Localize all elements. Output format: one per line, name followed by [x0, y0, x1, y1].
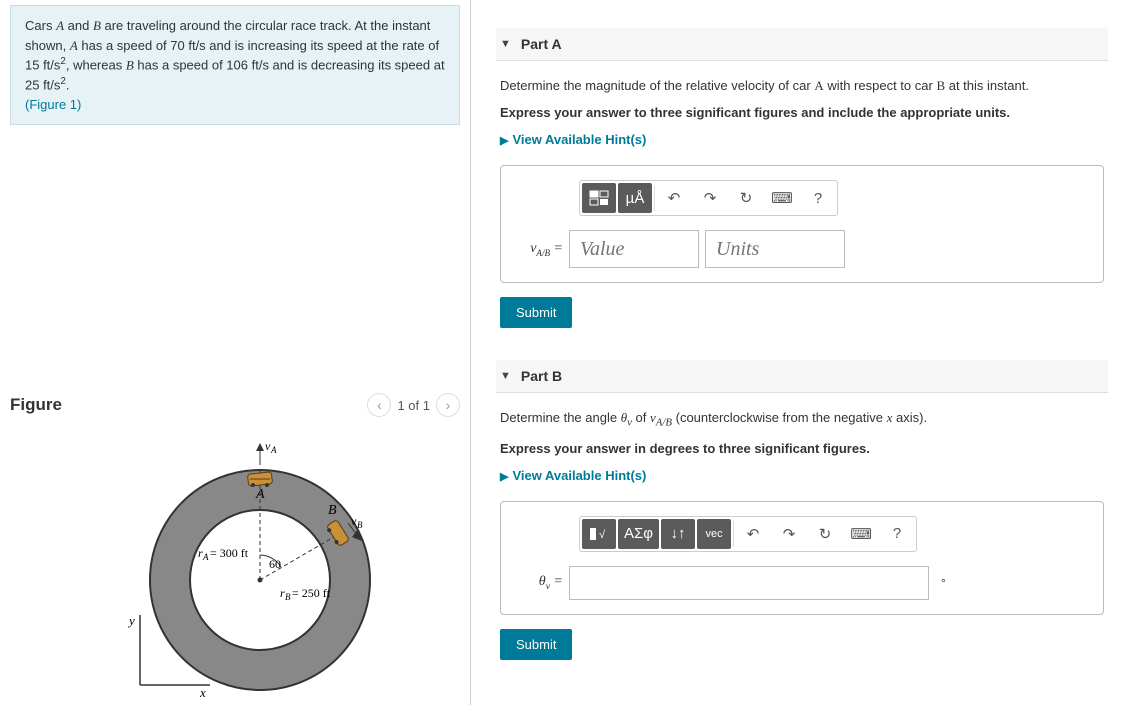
figure-pager: ‹ 1 of 1 ›	[367, 393, 460, 417]
undo-icon[interactable]: ↶	[736, 519, 770, 549]
greek-button[interactable]: ΑΣφ	[618, 519, 659, 549]
subscript-icon[interactable]: ↓↑	[661, 519, 695, 549]
part-a-units-input[interactable]	[705, 230, 845, 268]
part-b-value-input[interactable]	[569, 566, 929, 600]
part-b-question: Determine the angle θv of vA/B (counterc…	[500, 409, 1104, 431]
svg-text:B: B	[357, 520, 363, 530]
units-button[interactable]: µÅ	[618, 183, 652, 213]
templates-icon[interactable]: √	[582, 519, 616, 549]
part-a-header[interactable]: ▼ Part A	[496, 28, 1108, 61]
part-b-eq-label: θv =	[519, 574, 563, 592]
next-figure-button[interactable]: ›	[436, 393, 460, 417]
templates-icon[interactable]	[582, 183, 616, 213]
degree-symbol: °	[941, 576, 946, 590]
part-b-header[interactable]: ▼ Part B	[496, 360, 1108, 393]
problem-statement: Cars A and B are traveling around the ci…	[10, 5, 460, 125]
svg-text:B: B	[328, 503, 337, 518]
part-a-hints-link[interactable]: ▶View Available Hint(s)	[500, 132, 646, 147]
svg-text:A: A	[270, 445, 277, 455]
figure-page-count: 1 of 1	[397, 398, 430, 413]
svg-text:A: A	[202, 552, 209, 562]
svg-text:x: x	[199, 685, 206, 700]
part-a-toolbar: µÅ ↶ ↷ ↻ ⌨ ?	[579, 180, 838, 216]
help-icon[interactable]: ?	[801, 183, 835, 213]
figure-link[interactable]: (Figure 1)	[25, 97, 81, 112]
collapse-icon: ▼	[500, 370, 511, 382]
svg-text:y: y	[127, 613, 135, 628]
keyboard-icon[interactable]: ⌨	[765, 183, 799, 213]
svg-text:60: 60	[269, 557, 281, 571]
part-a-question: Determine the magnitude of the relative …	[500, 77, 1104, 95]
vector-button[interactable]: vec	[697, 519, 731, 549]
undo-icon[interactable]: ↶	[657, 183, 691, 213]
redo-icon[interactable]: ↷	[772, 519, 806, 549]
svg-text:= 300 ft: = 300 ft	[210, 546, 249, 560]
svg-text:B: B	[285, 592, 291, 602]
part-a-instructions: Express your answer to three significant…	[500, 105, 1104, 120]
part-b-instructions: Express your answer in degrees to three …	[500, 441, 1104, 456]
keyboard-icon[interactable]: ⌨	[844, 519, 878, 549]
svg-text:A: A	[255, 487, 265, 502]
help-icon[interactable]: ?	[880, 519, 914, 549]
part-a-submit-button[interactable]: Submit	[500, 297, 572, 328]
part-b-answer-box: √ ΑΣφ ↓↑ vec ↶ ↷ ↻ ⌨ ? θv = °	[500, 501, 1104, 615]
svg-text:= 250 ft: = 250 ft	[292, 586, 331, 600]
part-b-toolbar: √ ΑΣφ ↓↑ vec ↶ ↷ ↻ ⌨ ?	[579, 516, 917, 552]
reset-icon[interactable]: ↻	[729, 183, 763, 213]
prev-figure-button[interactable]: ‹	[367, 393, 391, 417]
part-a-eq-label: vA/B =	[519, 241, 563, 258]
part-a-answer-box: µÅ ↶ ↷ ↻ ⌨ ? vA/B =	[500, 165, 1104, 283]
collapse-icon: ▼	[500, 38, 511, 50]
part-a-value-input[interactable]	[569, 230, 699, 268]
figure-diagram: v A A B v B r A = 300 ft 60 r B = 250 ft…	[10, 435, 460, 705]
figure-heading: Figure	[10, 395, 62, 415]
part-a-title: Part A	[521, 36, 562, 52]
part-b-submit-button[interactable]: Submit	[500, 629, 572, 660]
svg-text:√: √	[599, 529, 606, 541]
part-b-title: Part B	[521, 368, 562, 384]
part-b-hints-link[interactable]: ▶View Available Hint(s)	[500, 468, 646, 483]
redo-icon[interactable]: ↷	[693, 183, 727, 213]
reset-icon[interactable]: ↻	[808, 519, 842, 549]
